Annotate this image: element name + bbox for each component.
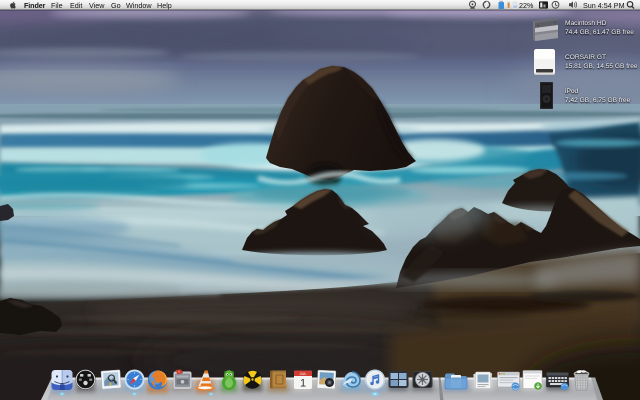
svg-text:JUL: JUL [299, 371, 307, 376]
svg-text:1: 1 [300, 378, 306, 390]
